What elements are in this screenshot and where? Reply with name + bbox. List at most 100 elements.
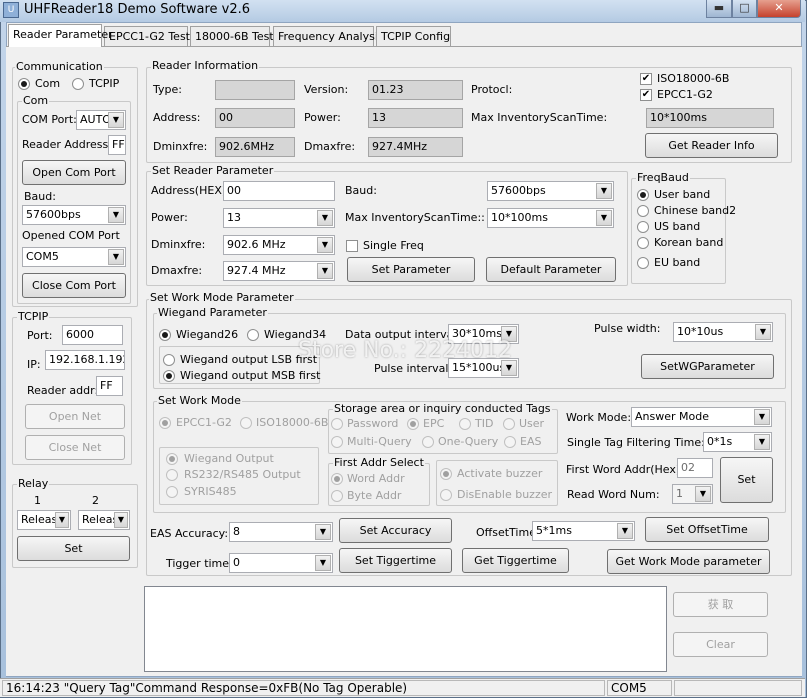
- chevron-down-icon[interactable]: ▼: [755, 324, 771, 340]
- minimize-icon[interactable]: ▬: [706, 0, 732, 18]
- close-net-button[interactable]: Close Net: [25, 435, 125, 460]
- chevron-down-icon[interactable]: ▼: [315, 555, 331, 571]
- tcpip-radio[interactable]: [72, 78, 84, 90]
- get-work-mode-parameter-button[interactable]: Get Work Mode parameter: [607, 549, 770, 574]
- chevron-down-icon[interactable]: ▼: [754, 409, 770, 425]
- set-accuracy-button[interactable]: Set Accuracy: [339, 518, 452, 543]
- open-com-port-button[interactable]: Open Com Port: [22, 160, 126, 185]
- eas-accuracy-select[interactable]: 8 ▼: [229, 522, 333, 542]
- relay2-select[interactable]: Releas ▼: [78, 510, 130, 530]
- set-wg-parameter-button[interactable]: SetWGParameter: [641, 354, 774, 379]
- one-query-radio[interactable]: [422, 436, 434, 448]
- set-baud-select[interactable]: 57600bps ▼: [487, 181, 614, 201]
- set-power-label: Power:: [151, 211, 188, 224]
- chevron-down-icon[interactable]: ▼: [108, 207, 124, 223]
- fetch-button[interactable]: 获 取: [673, 592, 768, 617]
- maximize-icon[interactable]: □: [732, 0, 757, 18]
- tab-reader-parameter[interactable]: Reader Parameter: [8, 24, 113, 47]
- set-offset-time-button[interactable]: Set OffsetTime: [645, 517, 769, 542]
- wiegand-output-radio[interactable]: [166, 453, 178, 465]
- tab-18000-6b-test[interactable]: 18000-6B Test: [190, 26, 274, 46]
- open-net-button[interactable]: Open Net: [25, 404, 125, 429]
- opened-com-port-select[interactable]: COM5 ▼: [22, 247, 126, 267]
- chevron-down-icon[interactable]: ▼: [108, 249, 124, 265]
- set-trigger-time-button[interactable]: Set Tiggertime: [339, 548, 452, 573]
- chinese-band2-radio[interactable]: [637, 205, 649, 217]
- mode-epcc1-g2-radio[interactable]: [159, 417, 171, 429]
- multi-query-radio[interactable]: [331, 436, 343, 448]
- address-hex-input[interactable]: 00: [223, 181, 335, 201]
- disable-buzzer-radio[interactable]: [440, 489, 452, 501]
- chevron-down-icon[interactable]: ▼: [317, 263, 333, 279]
- user-radio[interactable]: [503, 418, 515, 430]
- ip-input[interactable]: 192.168.1.192: [45, 350, 125, 370]
- tab-tcpip-config[interactable]: TCPIP Config: [376, 26, 451, 46]
- iso18000-6b-checkbox[interactable]: ✔: [640, 73, 652, 85]
- com-port-select[interactable]: AUTO ▼: [76, 110, 126, 130]
- us-band-label: US band: [654, 220, 701, 233]
- lsb-first-radio[interactable]: [163, 354, 175, 366]
- wiegand26-radio[interactable]: [159, 329, 171, 341]
- chevron-down-icon[interactable]: ▼: [108, 112, 124, 128]
- tab-epcc1-g2-test[interactable]: EPCC1-G2 Test: [104, 26, 190, 46]
- tid-radio[interactable]: [459, 418, 471, 430]
- default-parameter-button[interactable]: Default Parameter: [486, 257, 616, 282]
- opened-com-port-value: COM5: [26, 250, 59, 263]
- log-textarea[interactable]: [144, 586, 667, 672]
- tab-frequency-analysis[interactable]: Frequency Analysis: [273, 26, 384, 46]
- chevron-down-icon[interactable]: ▼: [596, 210, 612, 226]
- work-mode-select[interactable]: Answer Mode ▼: [631, 407, 772, 427]
- set-dminfre-select[interactable]: 902.6 MHz ▼: [223, 235, 335, 255]
- eas-radio[interactable]: [504, 436, 516, 448]
- epcc1-g2-checkbox[interactable]: ✔: [640, 89, 652, 101]
- set-dmaxfre-select[interactable]: 927.4 MHz ▼: [223, 261, 335, 281]
- activate-buzzer-radio[interactable]: [440, 468, 452, 480]
- chevron-down-icon[interactable]: ▼: [317, 237, 333, 253]
- chevron-down-icon[interactable]: ▼: [695, 486, 711, 502]
- us-band-radio[interactable]: [637, 221, 649, 233]
- close-com-port-button[interactable]: Close Com Port: [22, 273, 126, 298]
- password-radio[interactable]: [331, 418, 343, 430]
- clear-button[interactable]: Clear: [673, 632, 768, 657]
- get-reader-info-button[interactable]: Get Reader Info: [645, 133, 778, 158]
- relay-set-button[interactable]: Set: [17, 536, 130, 561]
- user-band-radio[interactable]: [637, 189, 649, 201]
- reader-addr-input[interactable]: FF: [96, 376, 123, 396]
- port-input[interactable]: 6000: [62, 325, 123, 345]
- wiegand34-radio[interactable]: [247, 329, 259, 341]
- rs232-output-radio[interactable]: [166, 469, 178, 481]
- title-bar[interactable]: U UHFReader18 Demo Software v2.6 ▬ □ ✕: [0, 0, 805, 22]
- syris485-radio[interactable]: [166, 486, 178, 498]
- offset-time-select[interactable]: 5*1ms ▼: [532, 521, 635, 541]
- set-power-select[interactable]: 13 ▼: [223, 208, 335, 228]
- epc-radio[interactable]: [407, 418, 419, 430]
- word-addr-radio[interactable]: [331, 473, 343, 485]
- chevron-down-icon[interactable]: ▼: [317, 210, 333, 226]
- relay1-select[interactable]: Releas ▼: [17, 510, 71, 530]
- pulse-width-select[interactable]: 10*10us ▼: [673, 322, 773, 342]
- work-mode-set-button[interactable]: Set: [720, 457, 773, 503]
- korean-band-radio[interactable]: [637, 237, 649, 249]
- set-parameter-button[interactable]: Set Parameter: [347, 257, 475, 282]
- chevron-down-icon[interactable]: ▼: [754, 434, 770, 450]
- msb-first-radio[interactable]: [163, 370, 175, 382]
- baud-select[interactable]: 57600bps ▼: [22, 205, 126, 225]
- single-tag-filter-select[interactable]: 0*1s ▼: [703, 432, 772, 452]
- eu-band-radio[interactable]: [637, 257, 649, 269]
- read-word-num-select[interactable]: 1 ▼: [672, 484, 713, 504]
- chevron-down-icon[interactable]: ▼: [596, 183, 612, 199]
- chevron-down-icon[interactable]: ▼: [617, 523, 633, 539]
- chevron-down-icon[interactable]: ▼: [114, 512, 128, 528]
- chevron-down-icon[interactable]: ▼: [55, 512, 69, 528]
- com-radio[interactable]: [18, 78, 30, 90]
- set-max-inventory-select[interactable]: 10*100ms ▼: [487, 208, 614, 228]
- chevron-down-icon[interactable]: ▼: [315, 524, 331, 540]
- close-icon[interactable]: ✕: [757, 0, 801, 18]
- trigger-time-select[interactable]: 0 ▼: [229, 553, 333, 573]
- get-trigger-time-button[interactable]: Get Tiggertime: [462, 548, 569, 573]
- byte-addr-radio[interactable]: [331, 490, 343, 502]
- mode-iso18000-6b-radio[interactable]: [240, 417, 252, 429]
- single-freq-checkbox[interactable]: [346, 240, 358, 252]
- first-word-addr-input[interactable]: 02: [677, 458, 713, 478]
- reader-address-input[interactable]: FF: [108, 135, 126, 155]
